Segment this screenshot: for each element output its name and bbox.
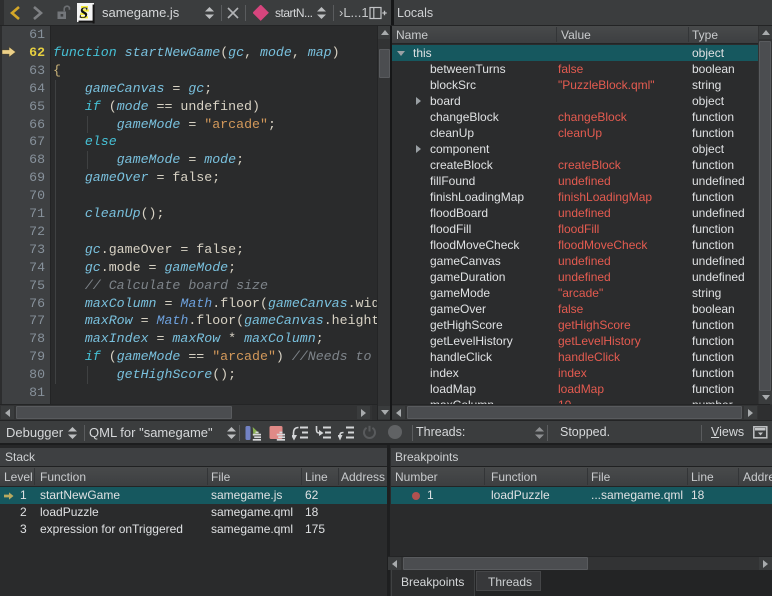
svg-text:S: S xyxy=(79,5,88,22)
